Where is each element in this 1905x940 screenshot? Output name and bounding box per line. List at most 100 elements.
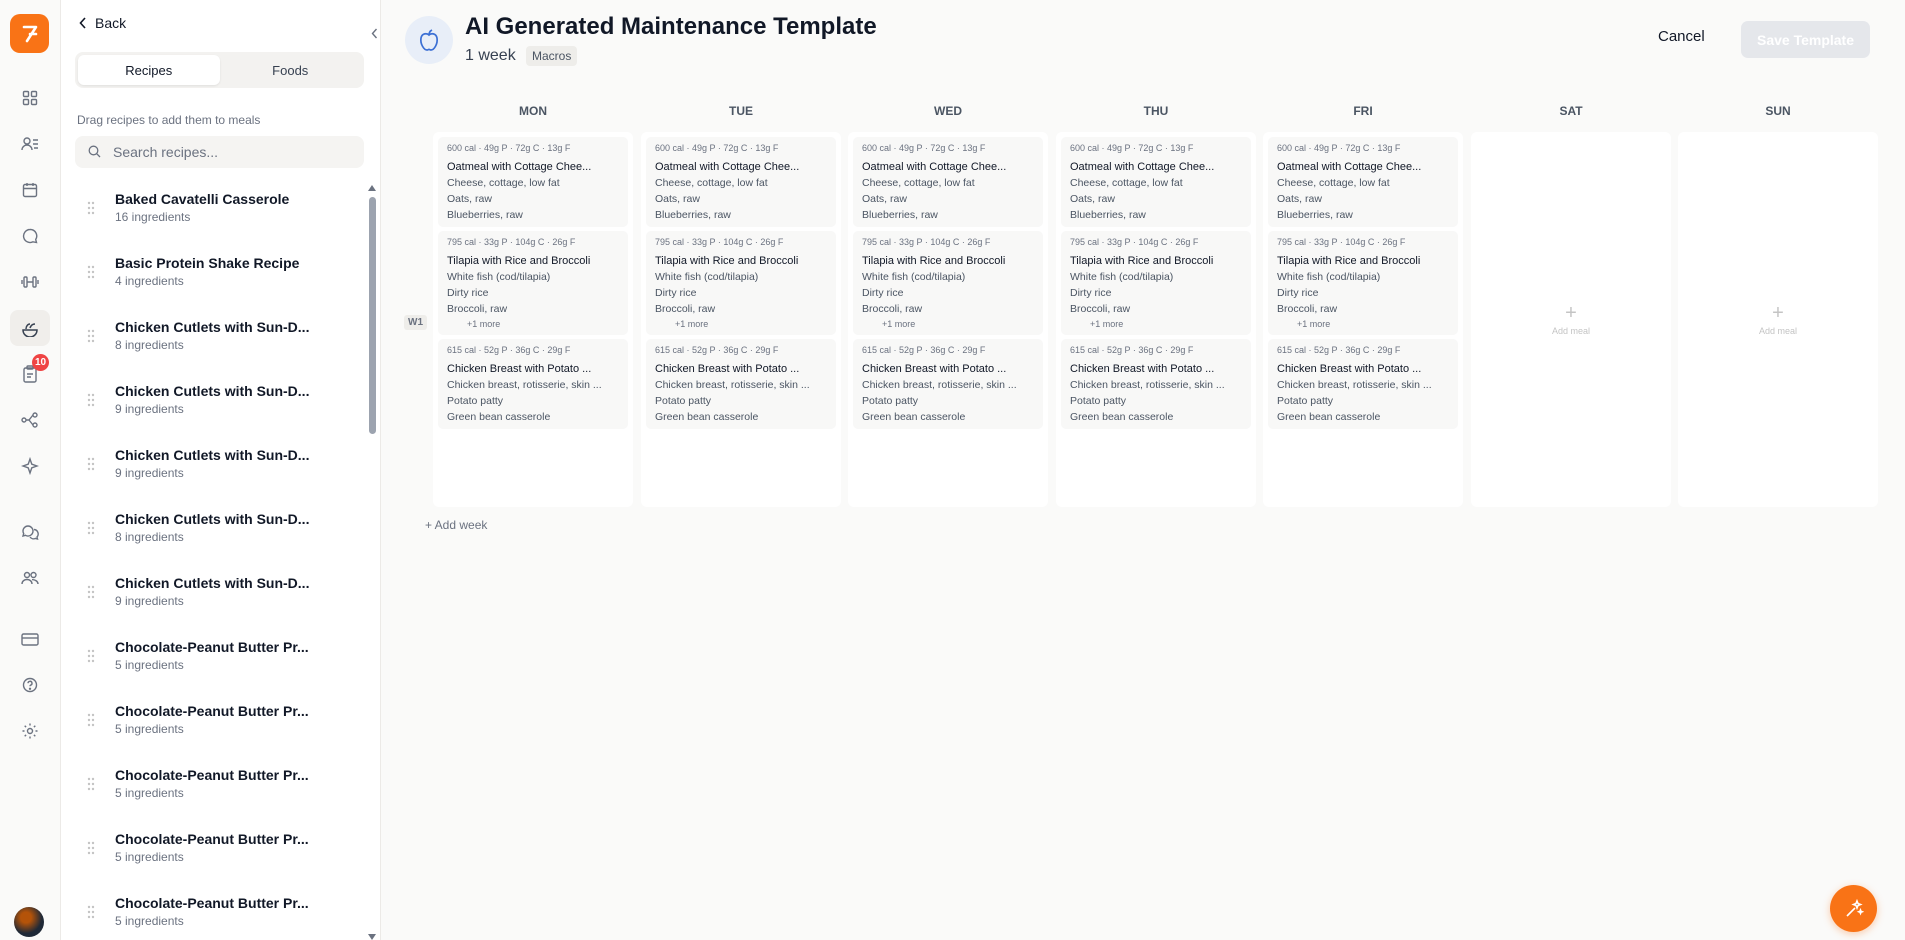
day-header: WED <box>934 104 962 118</box>
meal-card[interactable]: 615 cal · 52g P · 36g C · 29g F Chicken B… <box>1268 339 1458 429</box>
more-ingredients-link[interactable]: +1 more <box>1277 319 1450 329</box>
page-title: AI Generated Maintenance Template <box>465 13 877 40</box>
recipe-name: Basic Protein Shake Recipe <box>115 255 300 271</box>
recipe-item[interactable]: Chicken Cutlets with Sun-D... 8 ingredien… <box>75 503 359 567</box>
meal-macros: 795 cal · 33g P · 104g C · 26g F <box>1277 237 1406 247</box>
meal-ingredient: Blueberries, raw <box>862 209 938 221</box>
meal-ingredient: Cheese, cottage, low fat <box>1070 177 1183 189</box>
recipe-item[interactable]: Chocolate-Peanut Butter Pr... 5 ingredien… <box>75 887 359 940</box>
drag-handle-icon[interactable] <box>87 585 95 599</box>
meal-card[interactable]: 615 cal · 52g P · 36g C · 29g F Chicken B… <box>438 339 628 429</box>
help-icon[interactable] <box>16 671 44 699</box>
week-label: W1 <box>404 315 427 330</box>
meal-card[interactable]: 600 cal · 49g P · 72g C · 13g F Oatmeal w… <box>1268 137 1458 227</box>
meal-card[interactable]: 795 cal · 33g P · 104g C · 26g F Tilapia … <box>1268 231 1458 335</box>
meal-ingredient: Blueberries, raw <box>1070 209 1146 221</box>
drag-handle-icon[interactable] <box>87 521 95 535</box>
drag-handle-icon[interactable] <box>87 201 95 215</box>
recipe-item[interactable]: Chocolate-Peanut Butter Pr... 5 ingredien… <box>75 823 359 887</box>
tab-recipes[interactable]: Recipes <box>78 55 220 85</box>
workout-icon[interactable] <box>16 268 44 296</box>
tab-foods[interactable]: Foods <box>220 55 362 85</box>
ai-assistant-button[interactable] <box>1830 885 1877 932</box>
day-column: TUE 600 cal · 49g P · 72g C · 13g F Oatmea… <box>641 98 841 507</box>
meal-card[interactable]: 600 cal · 49g P · 72g C · 13g F Oatmeal w… <box>853 137 1043 227</box>
day-header: THU <box>1143 104 1169 118</box>
meal-macros: 600 cal · 49g P · 72g C · 13g F <box>862 143 986 153</box>
add-meal-button[interactable]: + Add meal <box>1471 132 1671 507</box>
drag-handle-icon[interactable] <box>87 393 95 407</box>
automation-icon[interactable] <box>16 406 44 434</box>
more-ingredients-link[interactable]: +1 more <box>862 319 1035 329</box>
drag-handle-icon[interactable] <box>87 457 95 471</box>
meal-name: Tilapia with Rice and Broccoli <box>655 255 799 267</box>
nutrition-icon[interactable] <box>10 310 50 346</box>
clients-icon[interactable] <box>16 130 44 158</box>
scroll-down-arrow-icon[interactable] <box>368 934 376 940</box>
meal-name: Oatmeal with Cottage Chee... <box>655 161 800 173</box>
more-ingredients-link[interactable]: +1 more <box>1070 319 1243 329</box>
calendar-icon[interactable] <box>16 176 44 204</box>
recipe-item[interactable]: Chocolate-Peanut Butter Pr... 5 ingredien… <box>75 631 359 695</box>
scrollbar[interactable] <box>368 183 376 940</box>
scroll-up-arrow-icon[interactable] <box>368 185 376 191</box>
recipe-item[interactable]: Chicken Cutlets with Sun-D... 9 ingredien… <box>75 375 359 439</box>
meal-name: Tilapia with Rice and Broccoli <box>1277 255 1421 267</box>
drag-handle-icon[interactable] <box>87 713 95 727</box>
recipe-item[interactable]: Chocolate-Peanut Butter Pr... 5 ingredien… <box>75 759 359 823</box>
meal-ingredient: Chicken breast, rotisserie, skin ... <box>655 379 810 391</box>
meal-card[interactable]: 600 cal · 49g P · 72g C · 13g F Oatmeal w… <box>646 137 836 227</box>
add-week-button[interactable]: + Add week <box>425 518 487 532</box>
meal-card[interactable]: 615 cal · 52g P · 36g C · 29g F Chicken B… <box>1061 339 1251 429</box>
team-icon[interactable] <box>16 564 44 592</box>
collapse-panel-icon[interactable] <box>371 26 378 44</box>
meal-macros: 795 cal · 33g P · 104g C · 26g F <box>447 237 576 247</box>
app-logo-icon[interactable] <box>10 14 49 53</box>
billing-card-icon[interactable] <box>16 625 44 653</box>
chat-icon[interactable] <box>16 222 44 250</box>
messages-icon[interactable] <box>16 518 44 546</box>
drag-handle-icon[interactable] <box>87 329 95 343</box>
meal-macros: 615 cal · 52g P · 36g C · 29g F <box>655 345 779 355</box>
scrollbar-thumb[interactable] <box>369 197 376 434</box>
meal-ingredient: Oats, raw <box>655 193 700 205</box>
recipe-name: Chicken Cutlets with Sun-D... <box>115 575 310 591</box>
search-recipes-input[interactable] <box>75 136 364 168</box>
recipe-list: Baked Cavatelli Casserole 16 ingredients B… <box>75 183 359 940</box>
drag-handle-icon[interactable] <box>87 649 95 663</box>
notification-badge: 10 <box>32 354 49 371</box>
cancel-button[interactable]: Cancel <box>1658 28 1705 45</box>
meal-card[interactable]: 615 cal · 52g P · 36g C · 29g F Chicken B… <box>646 339 836 429</box>
recipe-item[interactable]: Chicken Cutlets with Sun-D... 9 ingredien… <box>75 567 359 631</box>
day-meals: 600 cal · 49g P · 72g C · 13g F Oatmeal w… <box>433 132 633 507</box>
meal-card[interactable]: 795 cal · 33g P · 104g C · 26g F Tilapia … <box>646 231 836 335</box>
recipe-item[interactable]: Basic Protein Shake Recipe 4 ingredients <box>75 247 359 311</box>
meal-card[interactable]: 600 cal · 49g P · 72g C · 13g F Oatmeal w… <box>438 137 628 227</box>
meal-name: Tilapia with Rice and Broccoli <box>447 255 591 267</box>
meal-card[interactable]: 615 cal · 52g P · 36g C · 29g F Chicken B… <box>853 339 1043 429</box>
more-ingredients-link[interactable]: +1 more <box>447 319 620 329</box>
back-button[interactable]: Back <box>79 15 126 31</box>
drag-handle-icon[interactable] <box>87 841 95 855</box>
ai-sparkle-icon[interactable] <box>16 452 44 480</box>
drag-handle-icon[interactable] <box>87 265 95 279</box>
meal-card[interactable]: 600 cal · 49g P · 72g C · 13g F Oatmeal w… <box>1061 137 1251 227</box>
recipe-item[interactable]: Chicken Cutlets with Sun-D... 8 ingredien… <box>75 311 359 375</box>
icon-rail: 10 <box>0 0 61 940</box>
drag-handle-icon[interactable] <box>87 905 95 919</box>
meal-card[interactable]: 795 cal · 33g P · 104g C · 26g F Tilapia … <box>438 231 628 335</box>
meal-ingredient: Oats, raw <box>862 193 907 205</box>
more-ingredients-link[interactable]: +1 more <box>655 319 828 329</box>
save-template-button[interactable]: Save Template <box>1741 21 1870 58</box>
drag-handle-icon[interactable] <box>87 777 95 791</box>
meal-ingredient: Chicken breast, rotisserie, skin ... <box>862 379 1017 391</box>
recipe-item[interactable]: Chicken Cutlets with Sun-D... 9 ingredien… <box>75 439 359 503</box>
recipe-item[interactable]: Chocolate-Peanut Butter Pr... 5 ingredien… <box>75 695 359 759</box>
meal-card[interactable]: 795 cal · 33g P · 104g C · 26g F Tilapia … <box>853 231 1043 335</box>
meal-card[interactable]: 795 cal · 33g P · 104g C · 26g F Tilapia … <box>1061 231 1251 335</box>
add-meal-button[interactable]: + Add meal <box>1678 132 1878 507</box>
dashboard-icon[interactable] <box>16 84 44 112</box>
recipe-item[interactable]: Baked Cavatelli Casserole 16 ingredients <box>75 183 359 247</box>
user-avatar[interactable] <box>14 907 44 937</box>
settings-gear-icon[interactable] <box>16 717 44 745</box>
